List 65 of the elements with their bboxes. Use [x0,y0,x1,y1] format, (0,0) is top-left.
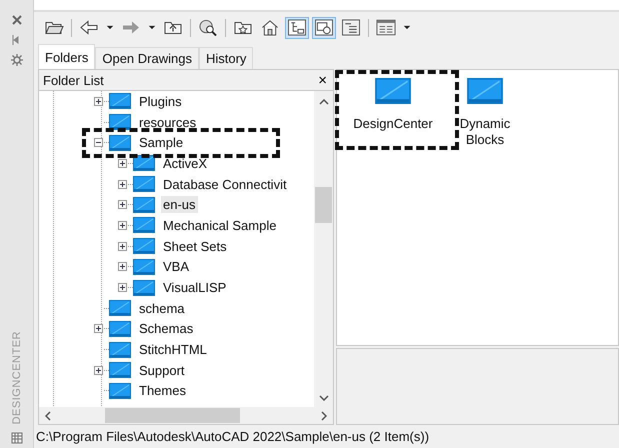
scroll-right-icon[interactable] [321,410,327,420]
folder-icon [109,342,131,358]
tab[interactable]: Open Drawings [95,47,199,69]
gear-icon[interactable] [10,54,22,66]
close-button[interactable]: × [316,72,329,88]
expand-icon[interactable] [93,364,104,376]
scroll-thumb[interactable] [105,408,240,423]
collapse-icon[interactable] [93,137,104,148]
folder-icon [109,382,131,399]
folder-name[interactable]: DesignCenter [353,116,433,132]
tree-item[interactable]: Sample [137,134,186,152]
tree-item[interactable]: VBA [161,258,192,276]
folder-icon [109,93,131,110]
scroll-up-icon[interactable] [318,99,328,105]
folder-icon [133,217,155,234]
tab[interactable]: History [198,47,254,69]
folder-icon [109,300,131,316]
vertical-scrollbar[interactable] [314,91,333,407]
tree-item[interactable]: en-us [161,196,198,214]
expand-icon[interactable] [117,199,128,210]
folder-icon [133,196,155,213]
palette-title: DESIGNCENTER [10,330,22,424]
expand-icon[interactable] [117,178,128,190]
tree-item[interactable]: Support [137,362,187,379]
panel-title: Folder List [43,72,104,88]
expand-icon[interactable] [93,96,104,107]
scroll-down-icon[interactable] [318,395,328,401]
tree-item[interactable]: Sheet Sets [161,238,229,255]
folder-name[interactable]: Dynamic Blocks [455,116,515,148]
folder-icon [109,134,131,151]
expand-icon[interactable] [117,158,128,169]
tree-item[interactable]: Plugins [137,92,184,110]
close-icon[interactable] [10,14,22,26]
expand-icon[interactable] [117,282,128,294]
tree-item[interactable]: StitchHTML [137,341,209,358]
scroll-left-icon[interactable] [45,410,51,420]
tree-button[interactable] [285,16,309,38]
tree-item[interactable]: resources [137,114,198,131]
tree-item[interactable]: Schemas [137,320,196,338]
folder-icon [375,78,411,104]
expand-icon[interactable] [117,220,128,231]
tree-item[interactable]: schema [137,300,187,317]
folder-icon [109,362,131,378]
expand-icon[interactable] [117,240,128,252]
tree-item[interactable]: VisualLISP [161,279,228,296]
description-button[interactable] [339,16,363,38]
folder-icon [133,176,155,192]
folder-icon [133,258,155,275]
preview-button[interactable] [312,16,336,38]
horizontal-scrollbar[interactable] [39,407,333,424]
tree-item[interactable]: ActiveX [161,154,210,172]
tab[interactable]: Folders [38,44,96,69]
tree-item[interactable]: Themes [137,382,188,400]
folder-icon [109,320,131,337]
folder-icon [133,280,155,296]
expand-icon[interactable] [117,261,128,272]
folder-icon [467,78,503,104]
expand-icon[interactable] [93,323,104,334]
folder-icon [133,238,155,254]
status-text: C:\Program Files\Autodesk\AutoCAD 2022\Sample\en-us (2 Item(s)) [36,429,430,444]
scroll-thumb[interactable] [315,187,332,223]
tree-item[interactable]: Database Connectivit [161,176,289,193]
grid-icon[interactable] [10,432,22,444]
tree-item[interactable]: Mechanical Sample [161,216,278,234]
folder-icon [109,114,131,130]
